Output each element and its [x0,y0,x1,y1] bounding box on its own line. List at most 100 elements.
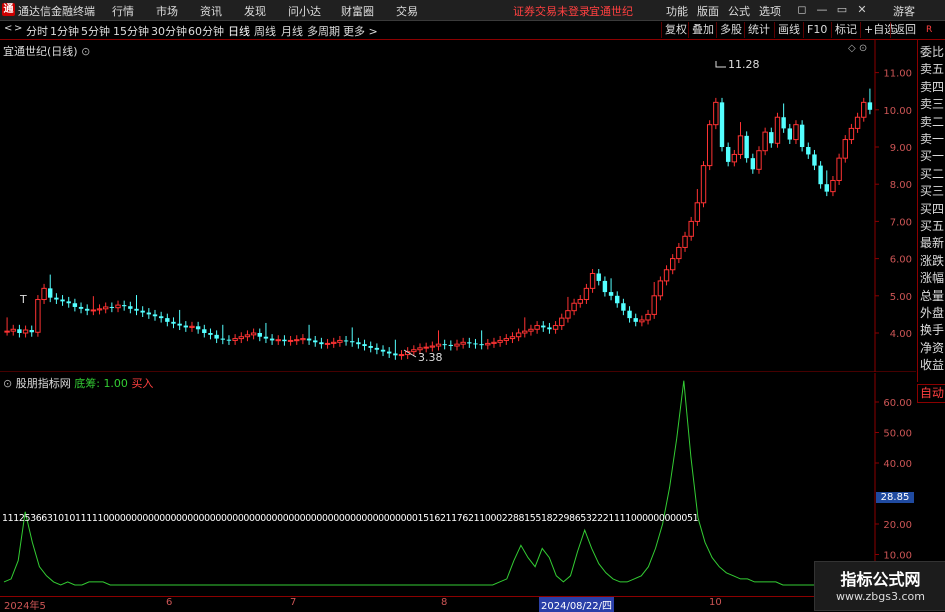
period-60min[interactable]: 60分钟 [188,23,224,39]
side-item-5[interactable]: 卖一 [920,131,944,148]
period-5min[interactable]: 5分钟 [81,23,110,39]
candle-body [854,116,861,129]
btn-diejia[interactable]: 叠加 [688,22,717,38]
candle-body [657,280,664,297]
period-weekly[interactable]: 周线 [254,23,276,39]
btn-tongji[interactable]: 统计 [744,22,773,38]
period-multi[interactable]: 多周期 [307,23,340,39]
side-item-4[interactable]: 卖二 [920,114,944,131]
candle-body [812,154,817,166]
nav-left-icon[interactable]: < [4,23,12,34]
side-item-8[interactable]: 买三 [920,183,944,200]
candle-body [497,339,503,343]
period-1min[interactable]: 1分钟 [50,23,79,39]
candle-body [719,102,725,147]
candle-body [60,299,65,302]
menu-caifuquan[interactable]: 财富圈 [341,3,374,19]
side-item-18[interactable]: 收益 [920,357,944,374]
side-item-13[interactable]: 涨幅 [920,270,944,287]
close-icon[interactable]: ✕ [854,2,870,17]
candle-body [41,287,47,301]
candle-body [596,273,601,281]
period-more[interactable]: 更多 > [343,23,378,39]
side-item-1[interactable]: 卖五 [920,61,944,78]
candle-body [577,299,583,304]
restore-icon[interactable]: ◻ [794,2,810,17]
indicator-y-tick: 40.00 [883,459,912,470]
candle-body [713,101,719,126]
candle-body [183,325,189,328]
candle-body [682,235,688,248]
menu-jiaoyi[interactable]: 交易 [396,3,418,19]
side-item-14[interactable]: 总量 [920,288,944,305]
candle-body [534,325,540,330]
login-notice[interactable]: 证券交易未登录 [513,3,590,19]
candle-body [676,246,682,260]
candle-body [633,318,638,322]
side-item-6[interactable]: 买一 [920,148,944,165]
candle-body [96,308,103,311]
menu-gongneng[interactable]: 功能 [666,3,688,19]
auto-button[interactable]: 自动 [917,384,945,403]
candle-body [220,338,225,340]
candle-body [195,326,201,330]
candle-body [700,165,707,204]
candle-body [393,353,398,356]
period-daily[interactable]: 日线 [228,23,250,39]
x-label-jun: 6 [166,597,173,608]
side-item-17[interactable]: 净资 [920,340,944,357]
menu-shichang[interactable]: 市场 [156,3,178,19]
menu-gongshi[interactable]: 公式 [728,3,750,19]
candle-body [491,341,497,344]
btn-duogu[interactable]: 多股 [716,22,745,38]
menu-xuanxiang[interactable]: 选项 [759,3,781,19]
candle-body [547,327,552,330]
side-item-2[interactable]: 卖四 [920,79,944,96]
side-item-0[interactable]: 委比 [920,44,944,61]
btn-fuquan[interactable]: 复权 [661,22,690,38]
side-item-15[interactable]: 外盘 [920,305,944,322]
low-price-label: 3.38 [418,351,443,364]
candle-body [706,124,713,167]
menu-zixun[interactable]: 资讯 [200,3,222,19]
period-15min[interactable]: 15分钟 [113,23,149,39]
side-item-7[interactable]: 买二 [920,166,944,183]
side-item-3[interactable]: 卖三 [920,96,944,113]
btn-biaoji[interactable]: 标记 [831,22,860,38]
candle-body [454,343,460,347]
side-item-16[interactable]: 换手 [920,322,944,339]
menu-banmian[interactable]: 版面 [697,3,719,19]
candle-body [300,338,306,341]
candle-body [645,313,651,321]
candle-body [639,319,645,323]
menu-hangqing[interactable]: 行情 [112,3,134,19]
menu-wenxiaoda[interactable]: 问小达 [288,3,321,19]
btn-f10[interactable]: F10 [803,22,830,38]
period-30min[interactable]: 30分钟 [151,23,187,39]
period-fenshi[interactable]: 分时 [26,23,48,39]
candle-body [287,339,294,342]
indicator-chart[interactable]: 60.00 50.00 40.00 20.00 10.00 ⊙ 股朋指标网 底筹: 1.… [0,373,916,595]
indicator-toggle-icon[interactable]: ⊙ [3,377,12,390]
menu-faxian[interactable]: 发现 [244,3,266,19]
minimize-icon[interactable]: — [814,2,830,17]
side-item-11[interactable]: 最新 [920,235,944,252]
candle-body [350,341,355,343]
period-monthly[interactable]: 月线 [281,23,303,39]
side-item-9[interactable]: 买四 [920,201,944,218]
side-item-12[interactable]: 涨跌 [920,253,944,270]
side-item-10[interactable]: 买五 [920,218,944,235]
btn-back[interactable]: 返回 [890,22,919,38]
candle-body [552,325,559,330]
maximize-icon[interactable]: ▭ [834,2,850,17]
indicator-y-tick: 10.00 [883,551,912,562]
candle-body [128,306,133,309]
candle-body [861,101,867,118]
chart-title: 宜通世纪(日线) ⊙ [3,45,91,58]
user-label[interactable]: 游客 [893,3,915,19]
chart-options-icon[interactable]: ◇ ⊙ [848,43,867,54]
btn-huaxian[interactable]: 画线 [774,22,803,38]
marker-t: T [20,293,27,306]
nav-right-icon[interactable]: > [14,23,22,34]
kline-chart[interactable]: 11.00 10.00 9.00 8.00 7.00 6.00 5.00 4.00 宜通世纪(… [0,40,916,372]
